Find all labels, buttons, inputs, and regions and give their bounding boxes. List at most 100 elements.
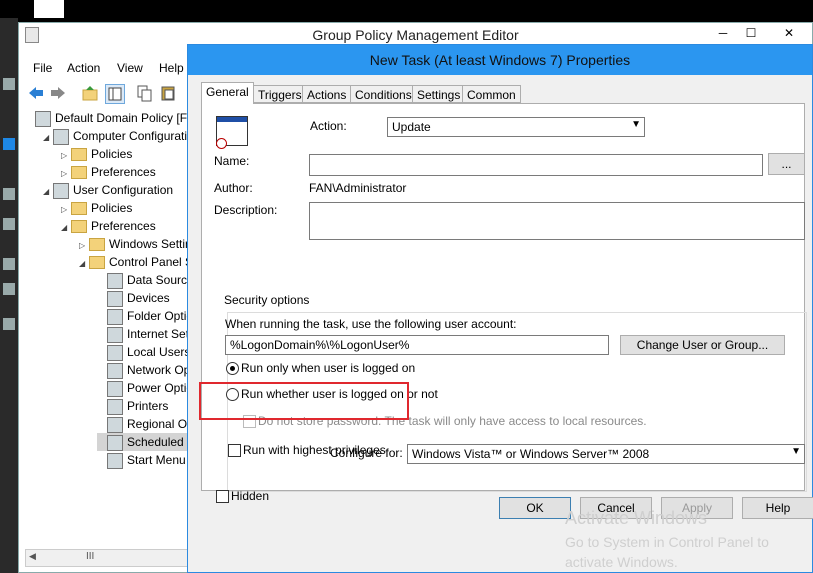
tree-item[interactable]: Scheduled T — [97, 433, 195, 451]
item-icon — [107, 452, 123, 469]
top-window-fragment — [34, 0, 64, 18]
tree-item-label: Devices — [127, 291, 170, 305]
paste-icon[interactable] — [159, 84, 177, 102]
tree-item-label: Local Users — [127, 345, 191, 359]
computer-icon — [53, 128, 69, 145]
tree-item[interactable]: Network Op — [97, 361, 190, 379]
tree-item[interactable]: Local Users — [97, 343, 190, 361]
item-icon — [107, 308, 123, 325]
hidden-checkbox[interactable] — [216, 490, 229, 503]
close-button[interactable]: ✕ — [775, 25, 803, 41]
expanded-arrow-icon[interactable]: ◢ — [43, 129, 53, 147]
left-edge-panel — [0, 18, 18, 573]
tree-item[interactable]: Printers — [97, 397, 168, 415]
tree-item[interactable]: Regional Op — [97, 415, 194, 433]
menu-action[interactable]: Action — [67, 61, 100, 75]
dialog-title: New Task (At least Windows 7) Properties — [369, 52, 631, 68]
edge-tool-icon — [3, 318, 15, 330]
show-hide-tree-icon[interactable] — [105, 84, 125, 104]
top-strip — [0, 0, 813, 18]
tree-item[interactable]: Data Source — [97, 271, 194, 289]
tree-item[interactable]: Devices — [97, 289, 170, 307]
expanded-arrow-icon[interactable]: ◢ — [79, 255, 89, 273]
action-dropdown[interactable]: Update ▼ — [387, 117, 645, 137]
minimize-button[interactable]: ─ — [709, 25, 737, 41]
tree-item[interactable]: ◢ Computer Configurati — [43, 127, 187, 145]
browse-button[interactable]: ... — [768, 153, 805, 175]
gpme-title: Group Policy Management Editor — [312, 27, 519, 43]
item-icon — [107, 326, 123, 343]
folder-icon — [89, 256, 105, 270]
scroll-left-arrow-icon[interactable]: ◀ — [29, 551, 36, 562]
description-input[interactable] — [309, 202, 805, 240]
tree-item[interactable]: ◢ Preferences — [61, 217, 156, 235]
tab-actions[interactable]: Actions — [302, 85, 352, 103]
dialog-titlebar[interactable]: New Task (At least Windows 7) Properties — [188, 45, 812, 75]
edge-tool-icon — [3, 218, 15, 230]
tree-item[interactable]: Folder Optic — [97, 307, 192, 325]
tree-item-label: Default Domain Policy [FIL — [55, 111, 198, 125]
tree-item[interactable]: Power Optio — [97, 379, 193, 397]
user-account-field[interactable]: %LogonDomain%\%LogonUser% — [225, 335, 609, 355]
configure-for-value: Windows Vista™ or Windows Server™ 2008 — [412, 447, 650, 461]
item-icon — [107, 290, 123, 307]
tree-item[interactable]: Internet Set — [97, 325, 189, 343]
tree-item[interactable]: ▷ Windows Settin — [79, 235, 192, 253]
author-label: Author: — [214, 181, 253, 195]
tab-settings[interactable]: Settings — [412, 85, 466, 103]
up-folder-icon[interactable] — [81, 84, 99, 102]
activation-watermark-text: Go to System in Control Panel to activat… — [565, 532, 769, 572]
configure-for-label: Configure for: — [330, 446, 403, 460]
tree-item[interactable]: ◢ User Configuration — [43, 181, 173, 199]
expanded-arrow-icon[interactable]: ◢ — [43, 183, 53, 201]
chevron-down-icon: ▼ — [791, 446, 801, 457]
help-button[interactable]: Help — [742, 497, 813, 519]
highlight-annotation-box — [199, 382, 409, 420]
menu-help[interactable]: Help — [159, 61, 184, 75]
chevron-down-icon: ▼ — [631, 119, 641, 130]
security-options-label: Security options — [222, 293, 312, 307]
expanded-arrow-icon[interactable]: ◢ — [61, 219, 71, 237]
edge-app-icon — [3, 78, 15, 90]
tree-horizontal-scrollbar[interactable]: ◀ III — [25, 549, 191, 567]
ok-button[interactable]: OK — [499, 497, 571, 519]
tree-item-label: User Configuration — [73, 183, 174, 197]
tree-item[interactable]: Start Menu — [97, 451, 186, 469]
tree-item-label: Start Menu — [127, 453, 186, 467]
change-user-button[interactable]: Change User or Group... — [620, 335, 785, 355]
hidden-label[interactable]: Hidden — [231, 489, 269, 503]
tab-common[interactable]: Common — [462, 85, 521, 103]
menu-view[interactable]: View — [117, 61, 143, 75]
action-dropdown-value: Update — [392, 120, 431, 134]
tab-triggers[interactable]: Triggers — [253, 85, 307, 103]
author-value: FAN\Administrator — [309, 181, 407, 195]
menu-file[interactable]: File — [33, 61, 52, 75]
radio-logged-on-label[interactable]: Run only when user is logged on — [241, 361, 415, 375]
copy-icon[interactable] — [135, 84, 153, 102]
tab-conditions[interactable]: Conditions — [350, 85, 417, 103]
item-icon — [107, 380, 123, 397]
tab-general[interactable]: General — [201, 82, 254, 104]
tree-item[interactable]: ▷ Policies — [61, 145, 132, 163]
tree-item-label: Computer Configurati — [73, 129, 188, 143]
tree-item-label: Power Optio — [127, 381, 194, 395]
tree-item[interactable]: Default Domain Policy [FIL — [25, 109, 197, 127]
scheduled-task-icon — [216, 116, 248, 149]
tree-item-label: Folder Optic — [127, 309, 193, 323]
item-icon — [107, 398, 123, 415]
user-icon — [53, 182, 69, 199]
tree-item[interactable]: ◢ Control Panel S — [79, 253, 193, 271]
general-tab-panel: Action: Update ▼ Name: ... Author: FAN\A… — [201, 103, 807, 503]
scroll-thumb[interactable]: III — [86, 551, 94, 562]
back-arrow-icon[interactable] — [27, 84, 45, 102]
highest-privileges-checkbox[interactable] — [228, 444, 241, 457]
new-task-dialog: New Task (At least Windows 7) Properties… — [187, 44, 813, 573]
toolbar — [19, 81, 199, 107]
maximize-button[interactable]: ☐ — [737, 25, 765, 41]
tree-item[interactable]: ▷ Policies — [61, 199, 132, 217]
forward-arrow-icon[interactable] — [49, 84, 67, 102]
name-input[interactable] — [309, 154, 763, 176]
radio-logged-on[interactable] — [226, 362, 239, 375]
configure-for-dropdown[interactable]: Windows Vista™ or Windows Server™ 2008 ▼ — [407, 444, 805, 464]
tree-item[interactable]: ▷ Preferences — [61, 163, 156, 181]
